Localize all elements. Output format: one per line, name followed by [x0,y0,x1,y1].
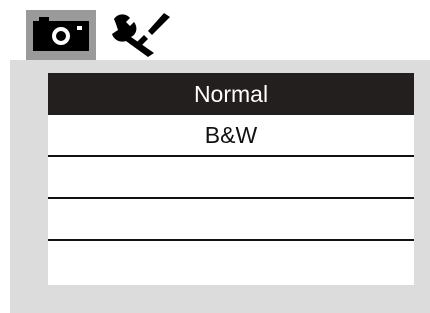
menu-item-bw[interactable]: B&W [48,115,414,157]
menu-item-normal[interactable]: Normal [48,73,414,115]
menu-item-label: Normal [193,80,269,107]
tab-settings[interactable] [108,8,188,58]
tab-camera[interactable] [26,10,96,60]
menu-item-empty-1[interactable] [48,157,414,199]
menu-item-empty-3[interactable] [48,241,414,281]
camera-icon [33,17,89,51]
tools-icon [112,13,170,57]
menu-item-empty-2[interactable] [48,199,414,241]
menu-item-label: B&W [204,121,258,148]
menu-list: Normal B&W [48,73,414,285]
